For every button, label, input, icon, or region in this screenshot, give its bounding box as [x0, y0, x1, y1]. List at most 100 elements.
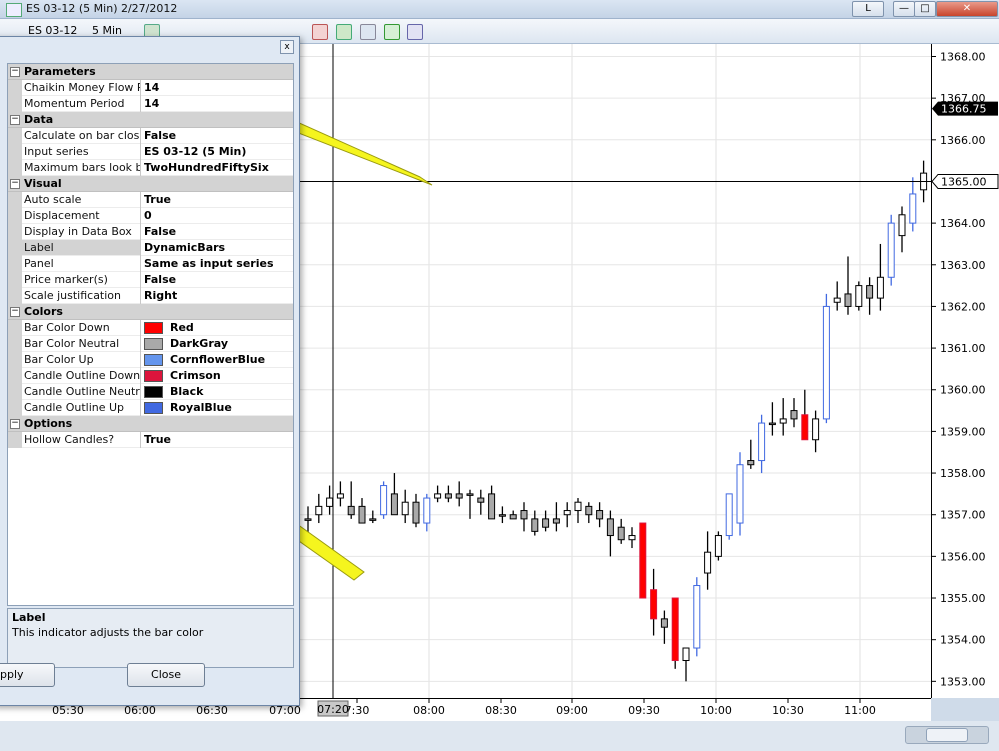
- property-value[interactable]: True: [144, 432, 171, 447]
- color-swatch[interactable]: [144, 354, 163, 366]
- color-swatch[interactable]: [144, 370, 163, 382]
- color-swatch[interactable]: [144, 386, 163, 398]
- property-value[interactable]: True: [144, 192, 171, 207]
- column-separator[interactable]: [140, 80, 141, 96]
- row-gutter: [8, 96, 22, 112]
- property-value[interactable]: 0: [144, 208, 152, 223]
- property-value[interactable]: Crimson: [170, 368, 221, 383]
- property-row[interactable]: Candle Outline Down Crimson: [8, 368, 293, 384]
- close-button[interactable]: Close: [127, 663, 205, 687]
- property-value[interactable]: Black: [170, 384, 203, 399]
- property-value[interactable]: 14: [144, 96, 159, 111]
- property-value[interactable]: 14: [144, 80, 159, 95]
- column-separator[interactable]: [140, 272, 141, 288]
- color-swatch[interactable]: [144, 322, 163, 334]
- property-row[interactable]: Label DynamicBars: [8, 240, 293, 256]
- property-grid: − Parameters Chaikin Money Flow Pe 14 Moment…: [7, 63, 294, 606]
- property-name: Bar Color Down: [24, 321, 110, 334]
- dialog-close-icon[interactable]: x: [280, 40, 294, 54]
- property-name: Candle Outline Up: [24, 401, 125, 414]
- color-swatch[interactable]: [144, 402, 163, 414]
- column-separator[interactable]: [140, 320, 141, 336]
- row-gutter: [8, 128, 22, 144]
- row-gutter: [8, 240, 22, 256]
- property-row[interactable]: Candle Outline Neutral Black: [8, 384, 293, 400]
- column-separator[interactable]: [140, 240, 141, 256]
- property-row[interactable]: Hollow Candles? True: [8, 432, 293, 448]
- collapse-icon[interactable]: −: [10, 115, 20, 125]
- property-name: Candle Outline Down: [24, 369, 140, 382]
- column-separator[interactable]: [140, 384, 141, 400]
- property-row[interactable]: Panel Same as input series: [8, 256, 293, 272]
- column-separator[interactable]: [140, 256, 141, 272]
- property-value[interactable]: Same as input series: [144, 256, 274, 271]
- property-name: Display in Data Box: [24, 225, 132, 238]
- column-separator[interactable]: [140, 208, 141, 224]
- column-separator[interactable]: [140, 224, 141, 240]
- property-value[interactable]: ES 03-12 (5 Min): [144, 144, 246, 159]
- collapse-icon[interactable]: −: [10, 419, 20, 429]
- property-value[interactable]: False: [144, 128, 176, 143]
- property-row[interactable]: Momentum Period 14: [8, 96, 293, 112]
- apply-button[interactable]: pply: [0, 663, 55, 687]
- column-separator[interactable]: [140, 432, 141, 448]
- property-name: Price marker(s): [24, 273, 108, 286]
- row-gutter: [8, 336, 22, 352]
- collapse-icon[interactable]: −: [10, 67, 20, 77]
- column-separator[interactable]: [140, 192, 141, 208]
- property-name: Bar Color Neutral: [24, 337, 120, 350]
- column-separator[interactable]: [140, 288, 141, 304]
- property-row[interactable]: Bar Color Down Red: [8, 320, 293, 336]
- color-swatch[interactable]: [144, 338, 163, 350]
- category-parameters[interactable]: − Parameters: [8, 64, 293, 80]
- property-name: Input series: [24, 145, 89, 158]
- row-gutter: [8, 224, 22, 240]
- column-separator[interactable]: [140, 160, 141, 176]
- property-row[interactable]: Scale justification Right: [8, 288, 293, 304]
- property-value[interactable]: Right: [144, 288, 177, 303]
- property-row[interactable]: Auto scale True: [8, 192, 293, 208]
- property-row[interactable]: Bar Color Neutral DarkGray: [8, 336, 293, 352]
- property-name: Chaikin Money Flow Pe: [24, 81, 140, 94]
- property-value[interactable]: DarkGray: [170, 336, 228, 351]
- row-gutter: [8, 272, 22, 288]
- column-separator[interactable]: [140, 368, 141, 384]
- row-gutter: [8, 432, 22, 448]
- property-name: Scale justification: [24, 289, 122, 302]
- row-gutter: [8, 368, 22, 384]
- property-row[interactable]: Maximum bars look bac TwoHundredFiftySix: [8, 160, 293, 176]
- property-value[interactable]: False: [144, 224, 176, 239]
- column-separator[interactable]: [140, 400, 141, 416]
- property-value[interactable]: False: [144, 272, 176, 287]
- property-value[interactable]: TwoHundredFiftySix: [144, 160, 269, 175]
- property-row[interactable]: Price marker(s) False: [8, 272, 293, 288]
- row-gutter: [8, 208, 22, 224]
- property-name: Hollow Candles?: [24, 433, 115, 446]
- category-options[interactable]: − Options: [8, 416, 293, 432]
- property-value[interactable]: RoyalBlue: [170, 400, 232, 415]
- property-row[interactable]: Calculate on bar close False: [8, 128, 293, 144]
- category-colors[interactable]: − Colors: [8, 304, 293, 320]
- property-row[interactable]: Displacement 0: [8, 208, 293, 224]
- column-separator[interactable]: [140, 352, 141, 368]
- property-name: Displacement: [24, 209, 100, 222]
- property-value[interactable]: Red: [170, 320, 194, 335]
- property-name: Maximum bars look bac: [24, 161, 140, 174]
- property-row[interactable]: Candle Outline Up RoyalBlue: [8, 400, 293, 416]
- category-label: Options: [24, 417, 73, 430]
- row-gutter: [8, 384, 22, 400]
- collapse-icon[interactable]: −: [10, 307, 20, 317]
- column-separator[interactable]: [140, 336, 141, 352]
- column-separator[interactable]: [140, 128, 141, 144]
- category-visual[interactable]: − Visual: [8, 176, 293, 192]
- category-data[interactable]: − Data: [8, 112, 293, 128]
- property-row[interactable]: Display in Data Box False: [8, 224, 293, 240]
- property-row[interactable]: Bar Color Up CornflowerBlue: [8, 352, 293, 368]
- property-row[interactable]: Chaikin Money Flow Pe 14: [8, 80, 293, 96]
- property-value[interactable]: CornflowerBlue: [170, 352, 265, 367]
- column-separator[interactable]: [140, 96, 141, 112]
- collapse-icon[interactable]: −: [10, 179, 20, 189]
- property-value[interactable]: DynamicBars: [144, 240, 225, 255]
- property-row[interactable]: Input series ES 03-12 (5 Min): [8, 144, 293, 160]
- column-separator[interactable]: [140, 144, 141, 160]
